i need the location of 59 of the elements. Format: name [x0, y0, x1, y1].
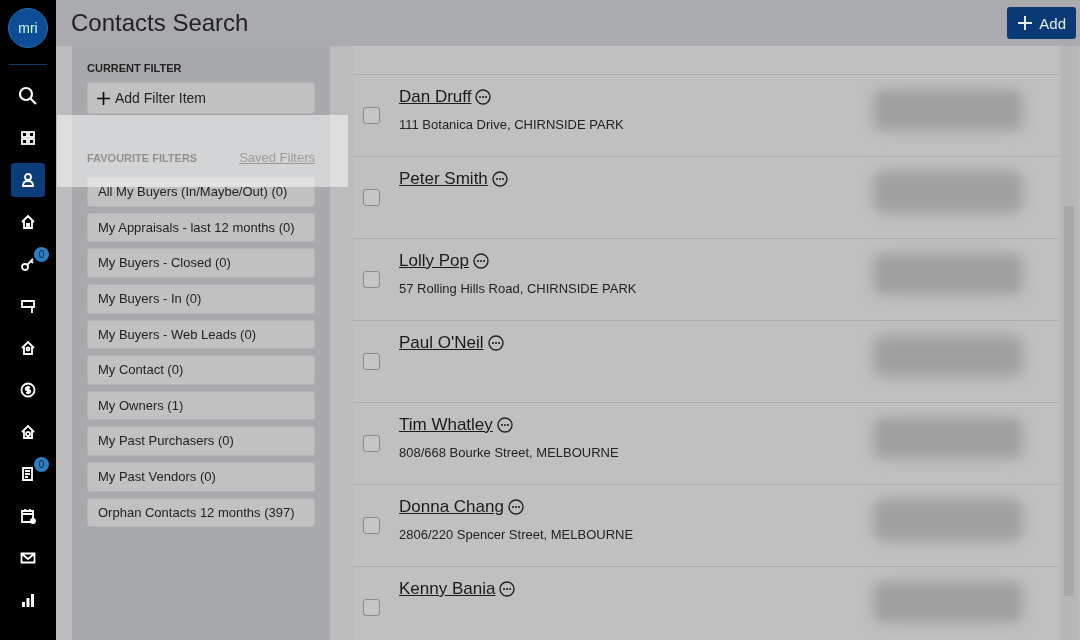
- filter-item[interactable]: My Buyers - In (0): [87, 283, 315, 314]
- checkbox[interactable]: [363, 107, 380, 124]
- calendar-icon: [20, 508, 36, 524]
- more-icon[interactable]: [491, 171, 508, 187]
- contact-address: 111 Botanica Drive, CHIRNSIDE PARK: [399, 117, 624, 132]
- contact-address: 808/668 Bourke Street, MELBOURNE: [399, 445, 619, 460]
- checkbox[interactable]: [363, 599, 380, 616]
- count-badge: 0: [34, 457, 49, 472]
- document-icon: [20, 466, 36, 482]
- contact-name-link[interactable]: Peter Smith: [399, 169, 488, 189]
- house-icon: [20, 214, 36, 230]
- contact-name-link[interactable]: Kenny Bania: [399, 579, 496, 599]
- more-icon[interactable]: [472, 253, 489, 269]
- more-icon[interactable]: [487, 335, 504, 351]
- more-icon[interactable]: [507, 499, 524, 515]
- bar-chart-icon: [20, 592, 36, 608]
- count-badge: 0: [34, 247, 49, 262]
- mail-icon: [20, 550, 36, 566]
- filter-item[interactable]: My Past Vendors (0): [87, 462, 315, 492]
- contact-address: 57 Rolling Hills Road, CHIRNSIDE PARK: [399, 281, 637, 296]
- section-heading: CURRENT FILTER: [87, 62, 183, 74]
- filter-item[interactable]: My Buyers - Web Leads (0): [87, 319, 315, 350]
- contact-name-link[interactable]: Donna Chang: [399, 497, 504, 517]
- add-button[interactable]: Add: [1007, 7, 1076, 39]
- checkbox[interactable]: [363, 271, 380, 288]
- checkbox[interactable]: [363, 517, 380, 534]
- checkbox[interactable]: [363, 435, 380, 452]
- add-filter-button[interactable]: Add Filter Item: [87, 82, 315, 114]
- grid-icon: [20, 130, 36, 146]
- contact-name-link[interactable]: Paul O'Neil: [399, 333, 484, 353]
- filter-item[interactable]: My Contact (0): [87, 355, 315, 385]
- house-icon: [20, 424, 36, 440]
- filter-item[interactable]: My Appraisals - last 12 months (0): [87, 212, 315, 243]
- filter-item[interactable]: My Owners (1): [87, 390, 315, 421]
- filter-item[interactable]: My Buyers - Closed (0): [87, 248, 315, 278]
- nav-item[interactable]: [11, 163, 45, 197]
- sign-icon: [20, 298, 36, 314]
- page-title: Contacts Search: [71, 9, 249, 37]
- filter-item[interactable]: All My Buyers (In/Maybe/Out) (0): [87, 177, 315, 207]
- contact-name-link[interactable]: Tim Whatley: [399, 415, 493, 435]
- contact-name-link[interactable]: Dan Druff: [399, 87, 472, 107]
- search-icon: [18, 86, 38, 106]
- contact-address: 2806/220 Spencer Street, MELBOURNE: [399, 527, 634, 542]
- logo[interactable]: mri: [8, 8, 48, 48]
- more-icon[interactable]: [499, 581, 516, 597]
- filter-item[interactable]: Orphan Contacts 12 months (397): [87, 497, 315, 528]
- plus-icon: [1017, 15, 1034, 31]
- checkbox[interactable]: [363, 189, 380, 206]
- key-icon: [20, 256, 36, 272]
- more-icon[interactable]: [496, 417, 513, 433]
- house-icon: [20, 340, 36, 356]
- person-icon: [20, 172, 36, 188]
- contact-name-link[interactable]: Lolly Pop: [399, 251, 469, 271]
- checkbox[interactable]: [363, 353, 380, 370]
- dollar-icon: [20, 382, 36, 398]
- plus-icon: [96, 90, 111, 106]
- section-heading: FAVOURITE FILTERS: [87, 152, 198, 164]
- filter-item[interactable]: My Past Purchasers (0): [87, 426, 315, 457]
- more-icon[interactable]: [475, 89, 492, 105]
